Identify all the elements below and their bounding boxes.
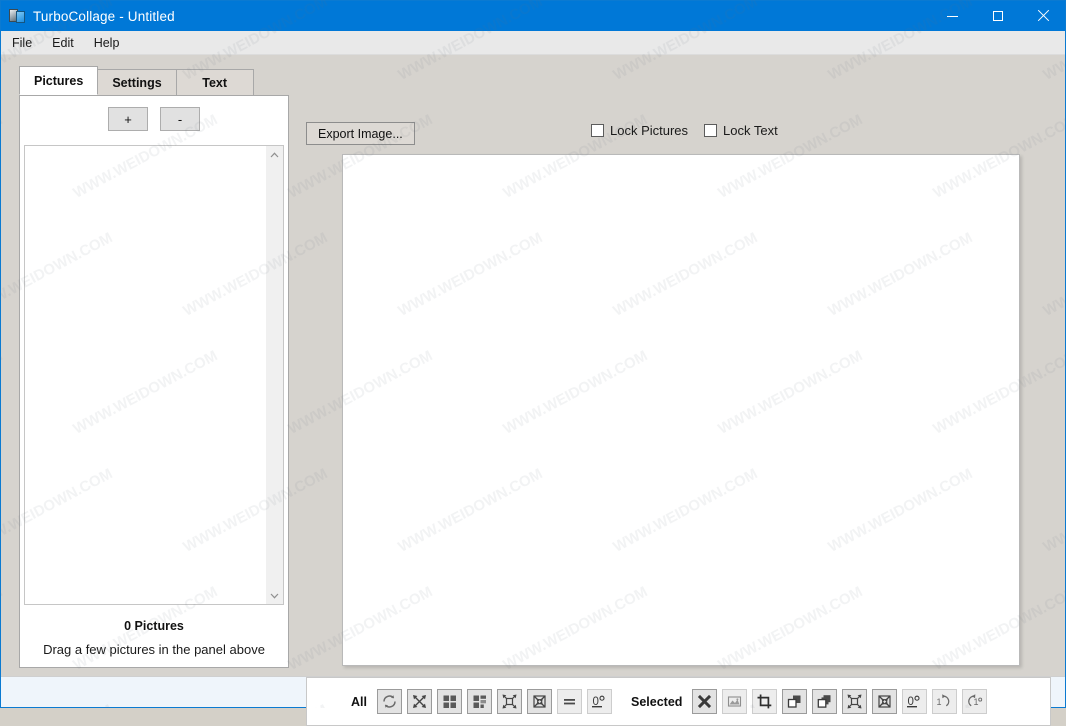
lock-options-group: Lock Pictures Lock Text: [591, 123, 778, 138]
crop-icon: [757, 694, 772, 709]
checkbox-icon[interactable]: [704, 124, 718, 137]
svg-text:1: 1: [937, 697, 942, 707]
window-title: TurboCollage - Untitled: [33, 8, 175, 24]
zero-degrees-icon: 0: [591, 695, 605, 708]
pictures-tab-pane: + - 0 Pictures Drag a few pictures in th…: [19, 95, 289, 668]
collapse-inward-icon-button[interactable]: [526, 689, 552, 714]
app-window: TurboCollage - Untitled File Edit Help P…: [0, 0, 1066, 726]
picture-list-scrollbar[interactable]: [266, 146, 283, 604]
replace-picture-icon: [728, 696, 742, 707]
shuffle-rotate-icon-button[interactable]: [376, 689, 402, 714]
bring-forward-icon-button[interactable]: [782, 689, 808, 714]
export-image-button[interactable]: Export Image...: [306, 122, 415, 145]
scroll-up-icon[interactable]: [266, 146, 283, 163]
minimize-icon: [947, 15, 958, 17]
rotate-cw-1deg-icon-button[interactable]: 1: [962, 689, 988, 714]
rotate-ccw-1deg-icon: 1: [937, 694, 950, 707]
minimize-button[interactable]: [930, 1, 975, 31]
collage-app-icon: [9, 8, 25, 24]
lock-pictures-label: Lock Pictures: [610, 123, 689, 138]
zero-degrees-icon: 0: [907, 695, 920, 708]
tab-text[interactable]: Text: [175, 69, 254, 95]
delete-x-icon-button[interactable]: [692, 689, 718, 714]
picture-panel-footer: 0 Pictures Drag a few pictures in the pa…: [20, 619, 288, 657]
menu-file[interactable]: File: [3, 33, 41, 53]
export-image-label: Export Image...: [318, 126, 403, 141]
grid-mixed-icon-button[interactable]: [466, 689, 492, 714]
main-content: Pictures Settings Text + - 0 Pictures Dr…: [1, 55, 1065, 726]
rotate-cw-1deg-icon: 1: [968, 694, 983, 707]
tab-settings-label: Settings: [112, 75, 162, 90]
bottom-toolbar: All 0 Selected 0 1 1: [306, 677, 1051, 726]
tab-pictures[interactable]: Pictures: [19, 66, 99, 95]
grid-equal-icon: [443, 695, 456, 708]
lock-text-checkbox[interactable]: Lock Text: [704, 123, 778, 138]
all-group-label: All: [351, 694, 367, 709]
expand-arrows-icon: [412, 695, 426, 708]
expand-outward-icon: [847, 694, 862, 709]
checkbox-icon[interactable]: [591, 124, 604, 137]
equal-size-icon-button[interactable]: [556, 689, 582, 714]
close-button[interactable]: [1020, 1, 1065, 31]
left-panel: Pictures Settings Text + - 0 Pictures Dr…: [19, 66, 289, 668]
bring-forward-icon: [788, 695, 801, 708]
equal-size-icon: [563, 699, 575, 705]
rotate-ccw-1deg-icon-button[interactable]: 1: [932, 689, 958, 714]
scroll-down-icon[interactable]: [266, 587, 283, 604]
maximize-button[interactable]: [975, 1, 1020, 31]
grid-mixed-icon: [473, 695, 486, 708]
picture-list[interactable]: [25, 146, 266, 604]
zero-degrees-icon-button-selected[interactable]: 0: [902, 689, 928, 714]
delete-x-icon: [698, 694, 712, 709]
close-icon: [1037, 10, 1049, 22]
zero-degrees-icon-button[interactable]: 0: [586, 689, 612, 714]
collapse-inward-icon-button-selected[interactable]: [872, 689, 898, 714]
selected-group-label: Selected: [630, 694, 683, 709]
maximize-icon: [992, 11, 1003, 21]
lock-pictures-checkbox[interactable]: Lock Pictures: [591, 123, 688, 138]
expand-outward-icon-button-selected[interactable]: [842, 689, 868, 714]
expand-outward-icon-button[interactable]: [496, 689, 522, 714]
crop-icon-button[interactable]: [752, 689, 778, 714]
menu-edit[interactable]: Edit: [43, 33, 83, 53]
shuffle-rotate-icon: [383, 695, 396, 708]
collapse-inward-icon: [878, 695, 892, 708]
replace-picture-icon-button[interactable]: [722, 689, 748, 714]
expand-outward-icon: [502, 694, 517, 709]
collapse-inward-icon: [533, 695, 546, 708]
tab-settings[interactable]: Settings: [97, 69, 177, 95]
grid-equal-icon-button[interactable]: [436, 689, 462, 714]
add-picture-button[interactable]: +: [108, 107, 148, 131]
remove-picture-button[interactable]: -: [160, 107, 200, 131]
collage-canvas[interactable]: [342, 154, 1020, 666]
picture-count-label: 0 Pictures: [124, 619, 184, 633]
svg-text:1: 1: [974, 697, 979, 707]
add-remove-group: + -: [20, 107, 288, 131]
title-bar: TurboCollage - Untitled: [1, 1, 1065, 31]
send-backward-icon-button[interactable]: [812, 689, 838, 714]
tab-strip: Pictures Settings Text: [19, 66, 254, 95]
menu-help[interactable]: Help: [85, 33, 129, 53]
lock-text-label: Lock Text: [723, 123, 778, 138]
menu-bar: File Edit Help: [1, 31, 1065, 55]
expand-arrows-icon-button[interactable]: [406, 689, 432, 714]
send-backward-icon: [818, 695, 831, 708]
picture-drag-hint: Drag a few pictures in the panel above: [43, 642, 265, 657]
window-controls: [930, 1, 1065, 31]
tab-text-label: Text: [202, 75, 228, 90]
tab-pictures-label: Pictures: [34, 73, 84, 88]
picture-list-container: [24, 145, 284, 605]
